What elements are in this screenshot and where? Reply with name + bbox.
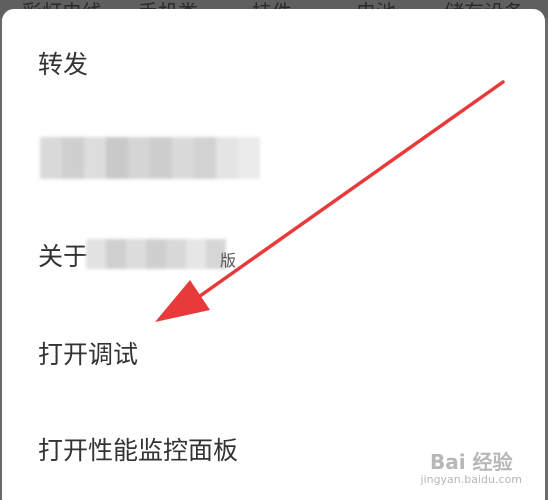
redacted-app-name <box>86 239 226 269</box>
watermark-main: Bai 经验 <box>429 450 513 474</box>
menu-item-open-debug[interactable]: 打开调试 <box>2 323 545 383</box>
menu-item-redacted[interactable] <box>2 129 545 189</box>
menu-item-label: 打开性能监控面板 <box>38 436 239 465</box>
action-menu-sheet: 转发 关于 版 打开调试 打开性能监控面板 <box>2 9 545 500</box>
version-suffix: 版 <box>220 251 237 270</box>
menu-item-forward[interactable]: 转发 <box>2 33 545 93</box>
menu-item-label: 关于 <box>38 242 89 271</box>
watermark: Bai 经验 jingyan.baidu.com <box>420 446 522 486</box>
redacted-label <box>40 137 260 179</box>
menu-item-about[interactable]: 关于 版 <box>2 225 545 285</box>
watermark-sub: jingyan.baidu.com <box>420 473 522 486</box>
menu-item-label: 打开调试 <box>38 340 139 369</box>
menu-item-label: 转发 <box>38 50 89 79</box>
